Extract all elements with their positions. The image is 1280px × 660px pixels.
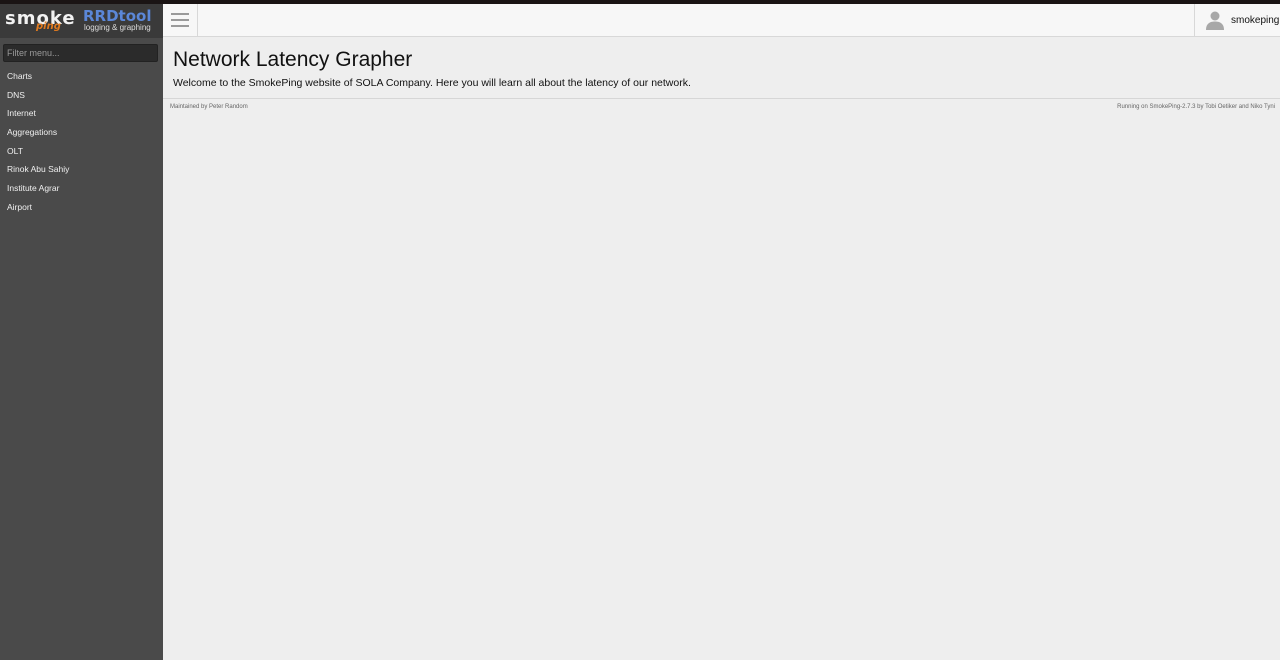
sidebar: smoke ping RRDtool logging & graphing Ch…: [0, 4, 163, 660]
sidebar-item-internet[interactable]: Internet: [0, 104, 163, 123]
hamburger-bar: [171, 13, 189, 15]
hamburger-bar: [171, 19, 189, 21]
footer-maintainer: Maintained by Peter Random: [170, 104, 248, 110]
sidebar-item-rinok-abu-sahiy[interactable]: Rinok Abu Sahiy: [0, 160, 163, 179]
sidebar-item-charts[interactable]: Charts: [0, 67, 163, 86]
sidebar-item-olt[interactable]: OLT: [0, 142, 163, 161]
username: smokeping: [1231, 14, 1280, 26]
logo-ping-text: ping: [36, 21, 61, 32]
sidebar-menu: Charts DNS Internet Aggregations OLT Rin…: [0, 67, 163, 217]
top-header: smokeping: [163, 4, 1280, 37]
logo[interactable]: smoke ping RRDtool logging & graphing: [0, 4, 163, 38]
sidebar-item-aggregations[interactable]: Aggregations: [0, 123, 163, 142]
main-content: Network Latency Grapher Welcome to the S…: [163, 37, 1280, 660]
hamburger-icon[interactable]: [163, 4, 198, 36]
divider: [163, 98, 1280, 99]
welcome-text: Welcome to the SmokePing website of SOLA…: [173, 77, 691, 89]
user-menu[interactable]: smokeping: [1194, 4, 1280, 36]
logo-rrdtool-subtitle: logging & graphing: [84, 23, 151, 32]
hamburger-bar: [171, 25, 189, 27]
filter-menu-input[interactable]: [3, 44, 158, 62]
sidebar-item-airport[interactable]: Airport: [0, 198, 163, 217]
sidebar-item-dns[interactable]: DNS: [0, 86, 163, 105]
user-icon: [1206, 11, 1224, 30]
footer-version[interactable]: Running on SmokePing-2.7.3 by Tobi Oetik…: [1117, 104, 1275, 110]
page-title: Network Latency Grapher: [173, 48, 413, 71]
sidebar-item-institute-agrar[interactable]: Institute Agrar: [0, 179, 163, 198]
